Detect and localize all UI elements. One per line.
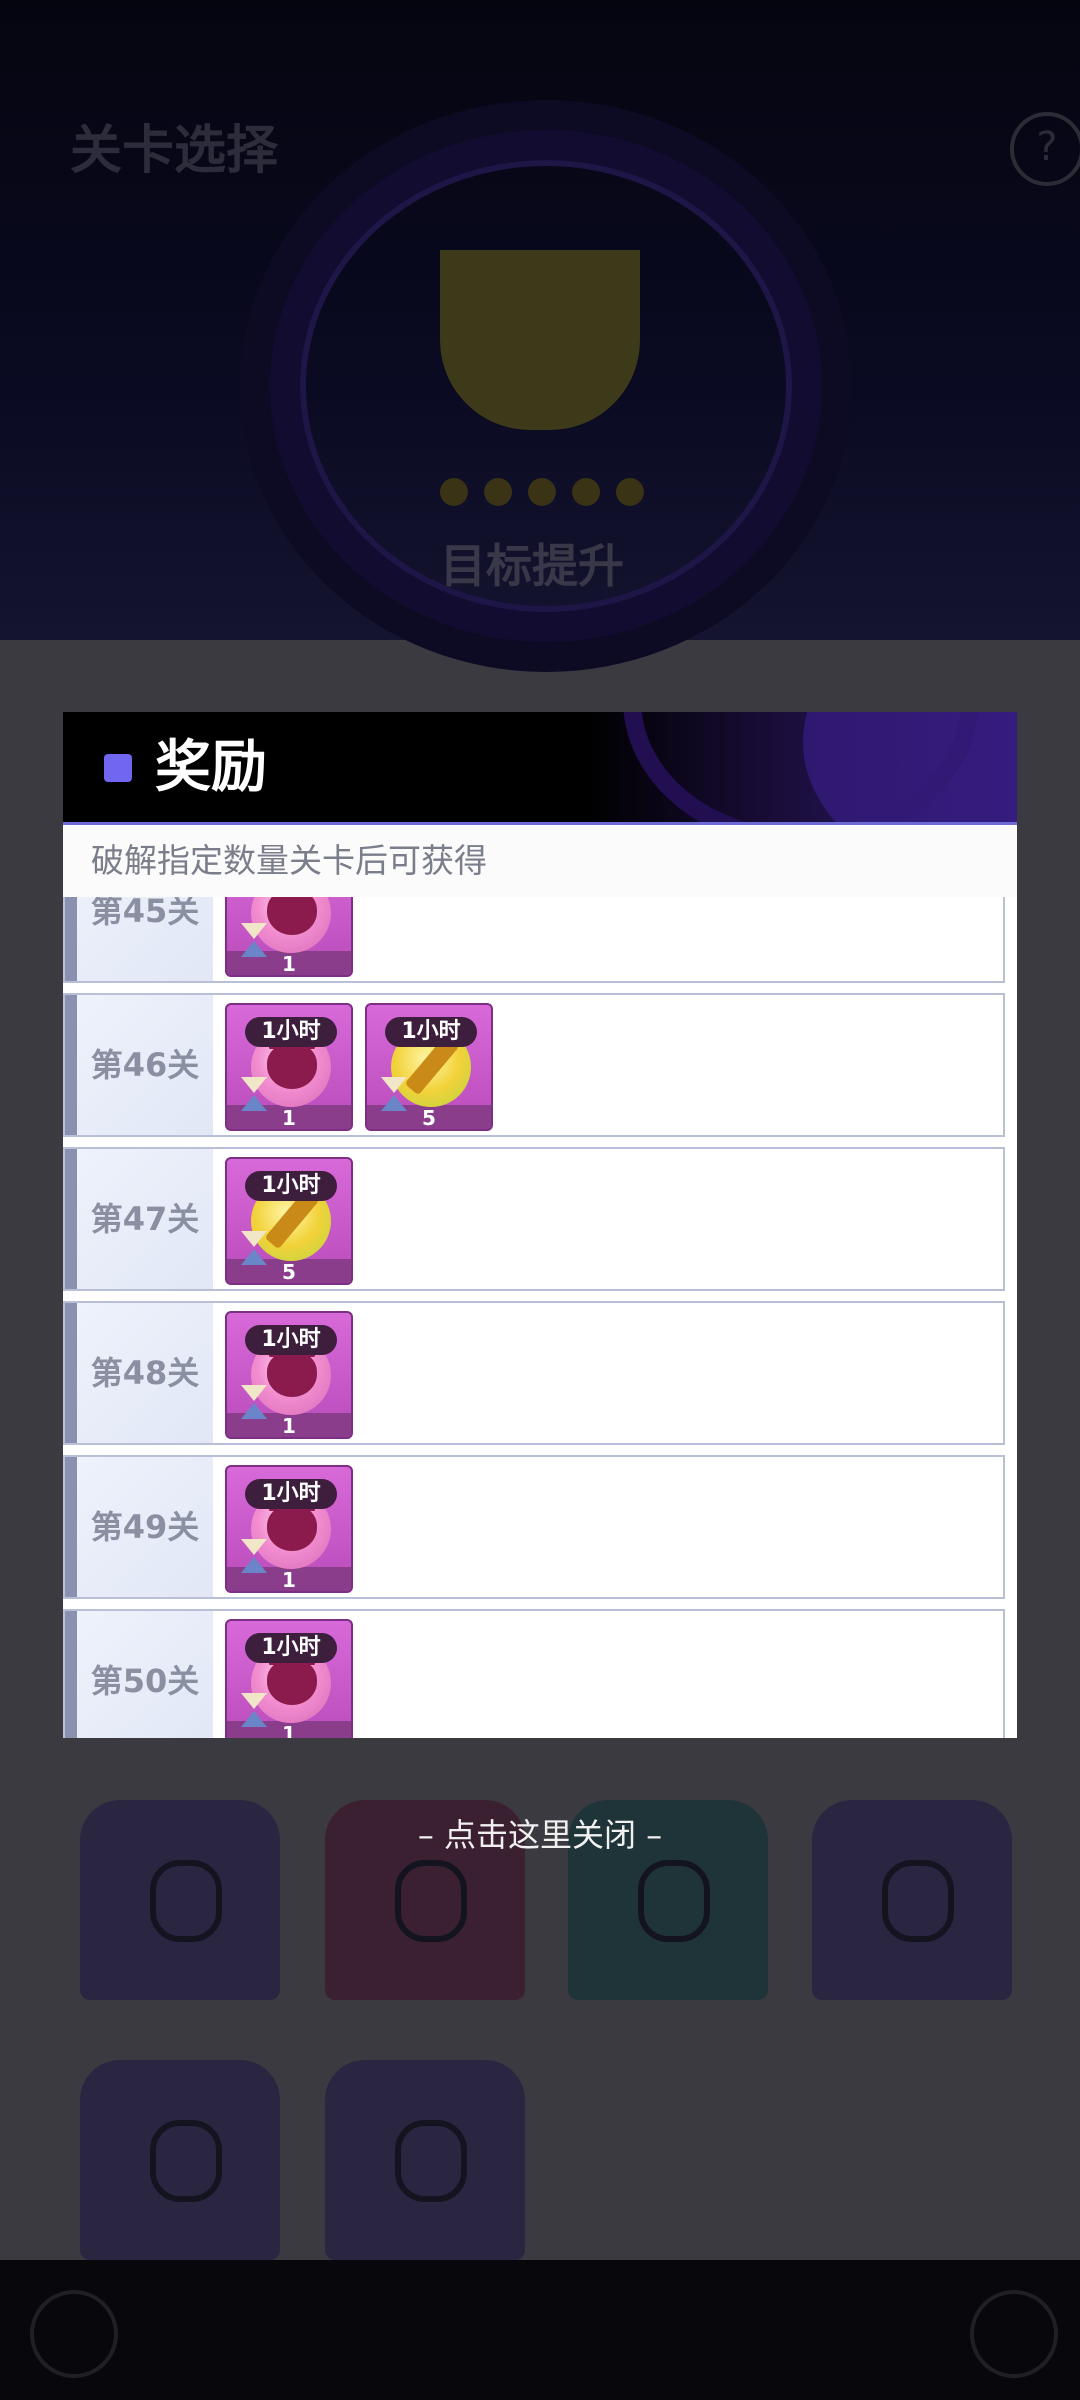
reward-item[interactable]: 1小时 1	[225, 1619, 353, 1738]
shop-nav-icon	[970, 2290, 1058, 2378]
header-decoration	[803, 712, 1017, 822]
duration-badge: 1小时	[245, 1479, 337, 1509]
item-quantity: 1	[282, 1414, 296, 1438]
duration-badge: 1小时	[245, 1017, 337, 1047]
background-page-title: 关卡选择	[70, 121, 279, 181]
star-icon	[572, 478, 600, 506]
goal-label: 目标提升	[440, 539, 624, 593]
title-marker-icon	[104, 754, 132, 782]
reward-row: 第49关 1小时 1	[63, 1455, 1005, 1599]
devil-face-icon	[267, 1033, 317, 1089]
duration-badge: 1小时	[245, 1171, 337, 1201]
level-label: 第47关	[65, 1149, 213, 1289]
item-quantity: 1	[282, 952, 296, 976]
reward-item[interactable]: 1小时 5	[365, 1003, 493, 1131]
duration-badge: 1小时	[385, 1017, 477, 1047]
reward-items: 1小时 5	[225, 1157, 353, 1285]
item-quantity: 1	[282, 1568, 296, 1592]
reward-list[interactable]: 第45关 1 第46关 1小时 1 1小时 5 第47关 1小时 5 第48关 1小时 1 第49关 1小时…	[63, 897, 1017, 1738]
level-label: 第45关	[65, 897, 213, 981]
level-label: 第46关	[65, 995, 213, 1135]
devil-face-icon	[267, 1649, 317, 1705]
reward-row: 第47关 1小时 5	[63, 1147, 1005, 1291]
level-label: 第49关	[65, 1457, 213, 1597]
level-label: 第50关	[65, 1611, 213, 1738]
star-icon	[484, 478, 512, 506]
close-hint-button[interactable]: – 点击这里关闭 –	[0, 1810, 1080, 1856]
level-badge-icon	[325, 2060, 525, 2260]
star-icon	[528, 478, 556, 506]
reward-items: 1小时 1	[225, 1465, 353, 1593]
item-quantity: 5	[422, 1106, 436, 1130]
devil-face-icon	[267, 1341, 317, 1397]
reward-row: 第50关 1小时 1	[63, 1609, 1005, 1738]
help-icon: ?	[1010, 112, 1080, 186]
star-rating	[440, 478, 680, 506]
reward-items: 1小时 1	[225, 1311, 353, 1439]
reward-item[interactable]: 1小时 5	[225, 1157, 353, 1285]
reward-items: 1小时 1	[225, 1619, 353, 1738]
star-icon	[440, 478, 468, 506]
item-quantity: 1	[282, 1106, 296, 1130]
item-quantity: 5	[282, 1260, 296, 1284]
duration-badge: 1小时	[245, 1325, 337, 1355]
reward-item[interactable]: 1小时 1	[225, 1003, 353, 1131]
devil-face-icon	[267, 1495, 317, 1551]
item-quantity: 1	[282, 1722, 296, 1738]
trophy-icon	[440, 250, 640, 430]
background-bottom-bar	[0, 2260, 1080, 2400]
reward-row: 第46关 1小时 1 1小时 5	[63, 993, 1005, 1137]
level-badge-icon	[80, 2060, 280, 2260]
level-label: 第48关	[65, 1303, 213, 1443]
reward-item[interactable]: 1小时 1	[225, 1311, 353, 1439]
reward-modal: 奖励 破解指定数量关卡后可获得 第45关 1 第46关 1小时 1 1小时 5 第47关 1小时…	[63, 712, 1017, 1738]
reward-items: 1	[225, 897, 353, 977]
modal-header: 奖励	[63, 712, 1017, 825]
reward-items: 1小时 1 1小时 5	[225, 1003, 493, 1131]
reward-item[interactable]: 1	[225, 897, 353, 977]
reward-row: 第45关 1	[63, 897, 1005, 983]
duration-badge: 1小时	[245, 1633, 337, 1663]
modal-subtitle: 破解指定数量关卡后可获得	[63, 825, 1017, 897]
reward-item[interactable]: 1小时 1	[225, 1465, 353, 1593]
star-icon	[616, 478, 644, 506]
back-nav-icon	[30, 2290, 118, 2378]
modal-title: 奖励	[155, 734, 267, 800]
reward-row: 第48关 1小时 1	[63, 1301, 1005, 1445]
